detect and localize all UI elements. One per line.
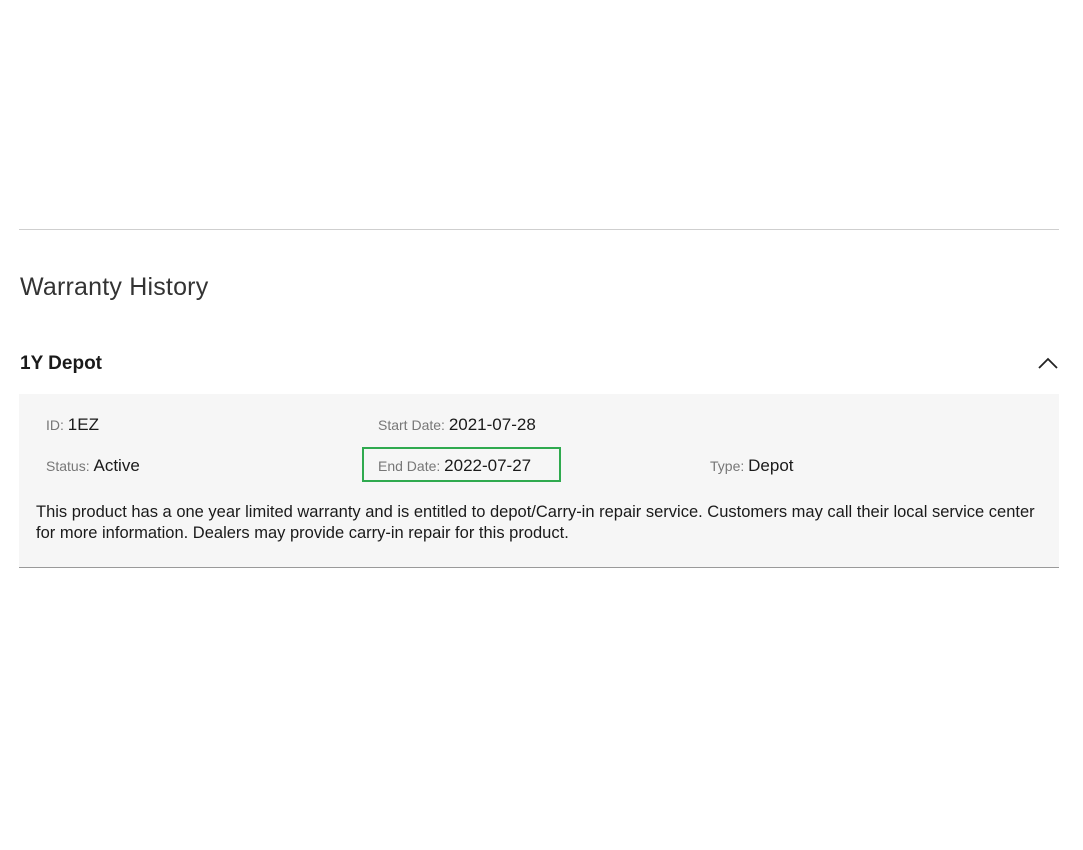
start-date-value: 2021-07-28 <box>448 415 536 434</box>
status-value: Active <box>93 456 140 475</box>
warranty-accordion-header[interactable]: 1Y Depot <box>19 340 1059 394</box>
section-title: Warranty History <box>20 273 209 301</box>
warranty-details-panel: ID: 1EZ Start Date: 2021-07-28 Status: A… <box>19 394 1059 568</box>
end-date-field: End Date: 2022-07-27 <box>378 456 532 475</box>
end-date-value: 2022-07-27 <box>444 456 532 475</box>
id-field: ID: 1EZ <box>46 415 99 434</box>
type-label: Type <box>710 458 741 474</box>
warranty-name: 1Y Depot <box>20 353 103 374</box>
start-date-field: Start Date: 2021-07-28 <box>378 415 536 434</box>
type-value: Depot <box>748 456 794 475</box>
warranty-description: This product has a one year limited warr… <box>36 503 1035 542</box>
end-date-label: End Date <box>378 458 437 474</box>
type-field: Type: Depot <box>710 456 794 475</box>
status-field: Status: Active <box>46 456 140 475</box>
warranty-accordion: 1Y Depot ID: 1EZ Start Date: 2021-07-28 … <box>19 340 1059 568</box>
id-value: 1EZ <box>67 415 99 434</box>
top-divider <box>19 229 1059 230</box>
status-label: Status <box>46 458 86 474</box>
chevron-up-icon[interactable] <box>1037 354 1059 372</box>
id-label: ID <box>46 417 60 433</box>
start-date-label: Start Date <box>378 417 442 433</box>
page: Warranty History 1Y Depot ID: 1EZ Start … <box>0 0 1083 850</box>
